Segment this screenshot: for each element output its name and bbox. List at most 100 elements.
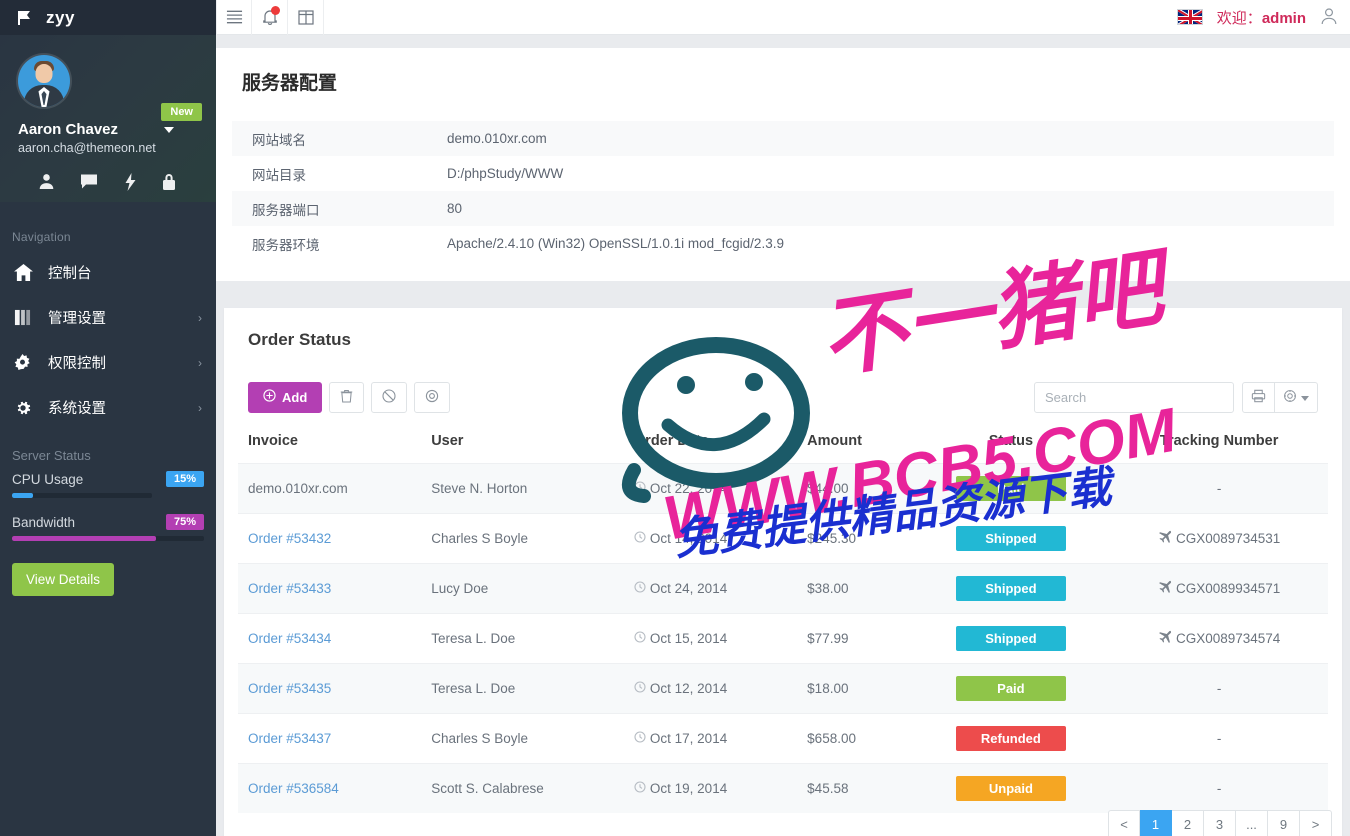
cell-status: Shipped bbox=[911, 512, 1111, 564]
table-row: Order #53437 Charles S Boyle Oct 17, 2014 $… bbox=[238, 712, 1328, 764]
order-status-panel: Order Status Add Search Invoice User Ord… bbox=[224, 307, 1342, 836]
cell-invoice: Order #53433 bbox=[238, 562, 422, 614]
comment-icon[interactable] bbox=[80, 173, 98, 194]
bolt-icon[interactable] bbox=[124, 173, 137, 194]
cell-order-date: Oct 19, 2014 bbox=[623, 762, 798, 813]
invoice-link[interactable]: Order #53434 bbox=[248, 631, 331, 646]
table-header-row: Invoice User Order Date Amount Status Tr… bbox=[238, 427, 1328, 464]
sidebar-item-label: 管理设置 bbox=[48, 311, 106, 327]
invoice-link[interactable]: demo.010xr.com bbox=[248, 481, 348, 496]
pagination-item[interactable]: ... bbox=[1236, 809, 1268, 836]
invoice-link[interactable]: Order #53435 bbox=[248, 681, 331, 696]
app-root: zyy New Aaron Chavez aaron.cha@themeon.n… bbox=[0, 0, 1350, 836]
plus-circle-icon bbox=[263, 389, 276, 405]
column-header-tracking-number[interactable]: Tracking Number bbox=[1110, 427, 1328, 464]
sidebar-item-dashboard[interactable]: 控制台 bbox=[0, 250, 216, 295]
gear-icon bbox=[14, 399, 38, 417]
cell-order-date: Oct 22, 2014 bbox=[623, 462, 798, 514]
chevron-right-icon: › bbox=[198, 310, 202, 325]
config-value: Apache/2.4.10 (Win32) OpenSSL/1.0.1i mod… bbox=[447, 236, 784, 252]
config-row: 网站目录 D:/phpStudy/WWW bbox=[232, 156, 1334, 191]
column-header-user[interactable]: User bbox=[421, 427, 624, 464]
cell-order-date: Oct 24, 2014 bbox=[623, 562, 798, 614]
column-header-order-date[interactable]: Order Date bbox=[624, 427, 797, 464]
cell-order-date: Oct 17, 2014 bbox=[623, 712, 798, 764]
bell-icon[interactable] bbox=[252, 0, 288, 35]
brand[interactable]: zyy bbox=[0, 0, 216, 35]
add-button-label: Add bbox=[282, 389, 308, 405]
avatar[interactable] bbox=[18, 55, 70, 107]
trash-icon-button[interactable] bbox=[329, 381, 365, 413]
invoice-link[interactable]: Order #536584 bbox=[248, 781, 339, 796]
sidebar-item-system-settings[interactable]: 系统设置 › bbox=[0, 385, 216, 430]
search-input[interactable] bbox=[1034, 381, 1234, 413]
invoice-link[interactable]: Order #53433 bbox=[248, 581, 331, 596]
config-row: 网站域名 demo.010xr.com bbox=[232, 121, 1334, 157]
column-header-status[interactable]: Status bbox=[912, 427, 1111, 464]
sidebar-item-permissions[interactable]: 权限控制 › bbox=[0, 340, 216, 385]
sidebar-item-label: 权限控制 bbox=[48, 356, 106, 372]
profile-email: aaron.cha@themeon.net bbox=[18, 141, 156, 155]
trash-icon bbox=[340, 389, 353, 406]
columns-icon[interactable] bbox=[288, 0, 324, 35]
config-key: 网站目录 bbox=[252, 167, 306, 183]
column-header-amount[interactable]: Amount bbox=[797, 427, 911, 464]
cpu-usage-row: CPU Usage 15% bbox=[12, 471, 204, 487]
view-details-button[interactable]: View Details bbox=[12, 563, 115, 596]
pagination-item[interactable]: 2 bbox=[1172, 809, 1204, 836]
config-key: 网站域名 bbox=[252, 132, 306, 148]
topbar: 欢迎：admin bbox=[216, 0, 1350, 35]
chevron-right-icon: › bbox=[198, 355, 202, 370]
nav-section-title: Navigation bbox=[12, 230, 71, 244]
ban-icon-button[interactable] bbox=[371, 381, 408, 413]
cell-user: Scott S. Calabrese bbox=[421, 762, 624, 813]
orders-table: Invoice User Order Date Amount Status Tr… bbox=[238, 427, 1328, 813]
notification-badge bbox=[271, 5, 280, 15]
lock-icon[interactable] bbox=[162, 173, 176, 194]
cell-order-date: Oct 12, 2014 bbox=[623, 662, 798, 714]
cell-tracking-number: CGX0089734531 bbox=[1110, 512, 1328, 564]
orders-table-body: demo.010xr.com Steve N. Horton Oct 22, 201… bbox=[238, 462, 1328, 813]
column-header-invoice[interactable]: Invoice bbox=[238, 427, 421, 464]
user-icon[interactable] bbox=[38, 173, 55, 194]
cell-order-date: Oct 15, 2014 bbox=[623, 612, 798, 664]
clock-icon bbox=[634, 681, 646, 696]
pagination-item[interactable]: 1 bbox=[1140, 809, 1172, 836]
toolbar-right bbox=[1034, 381, 1318, 413]
table-row: Order #536584 Scott S. Calabrese Oct 19, 2… bbox=[238, 762, 1328, 813]
invoice-link[interactable]: Order #53432 bbox=[248, 531, 331, 546]
cell-invoice: Order #53434 bbox=[238, 612, 422, 664]
cell-status: Paid bbox=[911, 462, 1111, 514]
list-icon[interactable] bbox=[216, 0, 252, 35]
table-row: Order #53433 Lucy Doe Oct 24, 2014 $38.00 Sh… bbox=[238, 562, 1328, 614]
status-badge: Unpaid bbox=[955, 775, 1066, 801]
pagination-item[interactable]: 9 bbox=[1268, 809, 1300, 836]
sidebar-item-management[interactable]: 管理设置 › bbox=[0, 295, 216, 340]
invoice-link[interactable]: Order #53437 bbox=[248, 731, 331, 746]
user-outline-icon[interactable] bbox=[1320, 7, 1338, 28]
profile-name-row[interactable]: Aaron Chavez bbox=[18, 121, 198, 138]
pagination-item[interactable]: > bbox=[1300, 809, 1332, 836]
uk-flag-icon[interactable] bbox=[1176, 9, 1203, 25]
cell-amount: $245.30 bbox=[797, 512, 912, 564]
print-button[interactable] bbox=[1242, 381, 1275, 413]
pagination-item[interactable]: 3 bbox=[1204, 809, 1236, 836]
cell-status: Refunded bbox=[911, 712, 1111, 764]
cell-amount: $658.00 bbox=[797, 712, 912, 764]
cell-user: Charles S Boyle bbox=[421, 712, 624, 764]
cell-tracking-number: - bbox=[1110, 762, 1328, 813]
sidebar-item-label: 系统设置 bbox=[48, 401, 106, 417]
add-button[interactable]: Add bbox=[248, 381, 323, 413]
server-status-title: Server Status bbox=[12, 448, 91, 463]
config-value: 80 bbox=[447, 201, 463, 217]
chevron-down-icon bbox=[164, 126, 175, 133]
cell-tracking-number: CGX0089934571 bbox=[1110, 562, 1328, 614]
order-toolbar: Add bbox=[238, 381, 1328, 427]
settings-dropdown-button[interactable] bbox=[1275, 381, 1318, 413]
cell-tracking-number: - bbox=[1110, 662, 1328, 714]
pagination-item[interactable]: < bbox=[1108, 809, 1140, 836]
plane-icon bbox=[1158, 631, 1172, 646]
sidebar: zyy New Aaron Chavez aaron.cha@themeon.n… bbox=[0, 0, 216, 836]
refresh-icon-button[interactable] bbox=[414, 381, 451, 413]
cpu-usage-value: 15% bbox=[165, 471, 204, 487]
